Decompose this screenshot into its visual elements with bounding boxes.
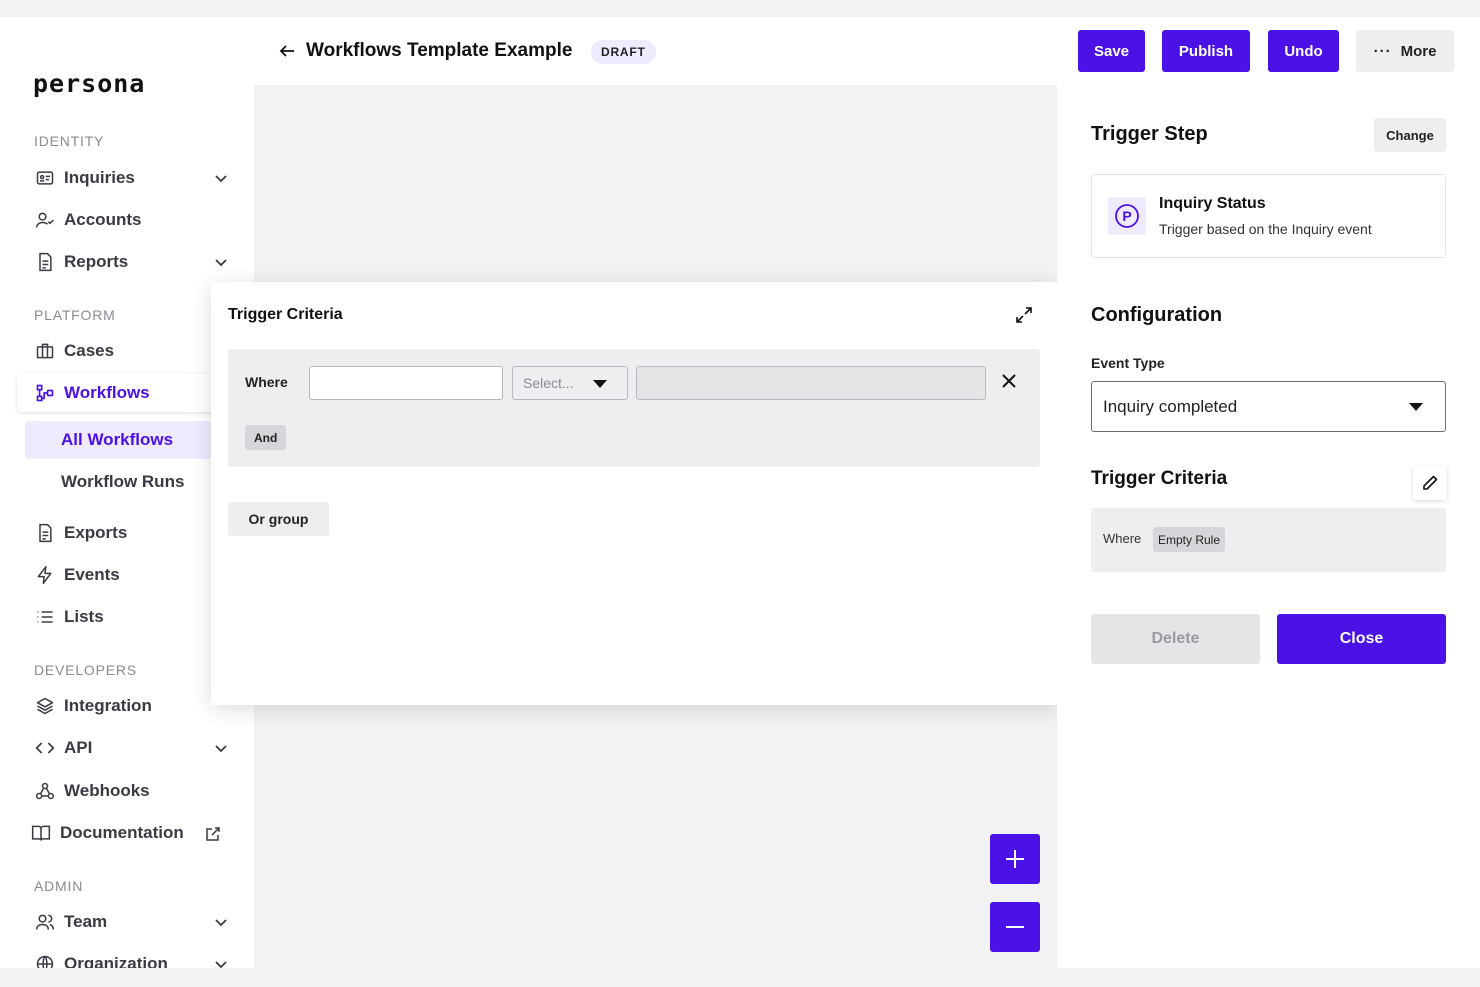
or-group-button[interactable]: Or group	[228, 502, 329, 536]
where-label: Where	[245, 374, 288, 390]
section-label-developers: DEVELOPERS	[34, 662, 137, 678]
criteria-summary: Where Empty Rule	[1091, 508, 1446, 572]
sidebar-item-accounts[interactable]: Accounts	[17, 201, 249, 239]
persona-logo[interactable]: persona	[33, 69, 145, 98]
and-button[interactable]: And	[245, 425, 287, 450]
pencil-icon	[1423, 475, 1438, 490]
event-type-label: Event Type	[1091, 355, 1165, 371]
list-icon	[34, 606, 56, 628]
sidebar-item-organization[interactable]: Organization	[17, 945, 249, 968]
delete-button[interactable]: Delete	[1091, 614, 1260, 664]
trigger-criteria-modal: Trigger Criteria Where Select... And Or …	[211, 282, 1057, 705]
zoom-in-button[interactable]	[990, 834, 1040, 884]
back-arrow-icon[interactable]	[278, 42, 296, 60]
section-label-admin: ADMIN	[34, 878, 84, 894]
rule-attribute-input[interactable]	[309, 366, 503, 400]
more-dots-icon: ···	[1373, 42, 1392, 60]
chevron-down-icon[interactable]	[213, 740, 229, 756]
sidebar-item-label: Events	[64, 565, 120, 584]
step-details-panel: Trigger Step Change P Inquiry Status Tri…	[1057, 85, 1480, 968]
sidebar-item-label: Workflows	[64, 383, 150, 402]
edit-criteria-button[interactable]	[1413, 466, 1447, 500]
layers-icon	[34, 695, 56, 717]
status-badge: DRAFT	[591, 40, 656, 64]
briefcase-icon	[34, 340, 56, 362]
user-check-icon	[34, 209, 56, 231]
workflow-icon	[34, 382, 56, 404]
trigger-name: Inquiry Status	[1159, 195, 1266, 212]
sidebar-item-webhooks[interactable]: Webhooks	[17, 772, 249, 810]
sidebar-item-label: Accounts	[64, 210, 142, 229]
chevron-down-icon[interactable]	[213, 956, 229, 968]
configuration-title: Configuration	[1091, 304, 1223, 326]
top-header: Workflows Template Example DRAFT Save Pu…	[254, 17, 1480, 85]
trigger-icon-letter: P	[1122, 208, 1131, 224]
sidebar-item-label: Team	[64, 912, 108, 931]
sidebar-subitem-all-workflows[interactable]: All Workflows	[25, 421, 212, 459]
section-label-identity: IDENTITY	[34, 133, 105, 149]
undo-button[interactable]: Undo	[1268, 30, 1339, 72]
users-icon	[34, 911, 56, 933]
trigger-criteria-title: Trigger Criteria	[1091, 468, 1228, 489]
sidebar-item-label: Reports	[64, 252, 129, 271]
persona-p-icon: P	[1108, 197, 1146, 235]
external-link-icon	[206, 827, 220, 841]
book-icon	[30, 822, 52, 844]
plus-icon	[1006, 850, 1024, 868]
sidebar-item-team[interactable]: Team	[17, 903, 249, 941]
trigger-description: Trigger based on the Inquiry event	[1159, 221, 1372, 237]
event-type-value: Inquiry completed	[1103, 396, 1238, 416]
caret-down-icon	[593, 380, 607, 388]
zoom-out-button[interactable]	[990, 902, 1040, 952]
section-label-platform: PLATFORM	[34, 307, 116, 323]
event-type-select[interactable]: Inquiry completed	[1091, 381, 1446, 432]
sidebar-item-label: Webhooks	[64, 781, 150, 800]
sidebar-item-label: API	[64, 738, 93, 757]
sidebar-item-label: Cases	[64, 341, 115, 360]
trigger-card[interactable]: P Inquiry Status Trigger based on the In…	[1091, 174, 1446, 258]
chevron-down-icon[interactable]	[213, 254, 229, 270]
expand-icon[interactable]	[1015, 306, 1033, 324]
code-icon	[34, 737, 56, 759]
chevron-down-icon[interactable]	[213, 170, 229, 186]
select-placeholder: Select...	[523, 375, 574, 391]
sidebar-subitem-workflow-runs[interactable]: Workflow Runs	[25, 463, 212, 501]
more-label: More	[1400, 42, 1437, 60]
minus-icon	[1006, 926, 1024, 928]
globe-icon	[34, 953, 56, 968]
change-button[interactable]: Change	[1374, 118, 1446, 152]
sidebar-item-label: Exports	[64, 523, 128, 542]
save-button[interactable]: Save	[1078, 30, 1145, 72]
close-icon[interactable]	[1001, 373, 1017, 389]
sidebar-item-inquiries[interactable]: Inquiries	[17, 159, 249, 197]
sidebar-item-label: Lists	[64, 607, 104, 626]
lightning-icon	[34, 564, 56, 586]
document-icon	[34, 522, 56, 544]
trigger-step-title: Trigger Step	[1091, 123, 1208, 145]
sidebar-item-label: Integration	[64, 696, 152, 715]
id-card-icon	[34, 167, 56, 189]
rule-value-input[interactable]	[636, 366, 986, 400]
sidebar-item-api[interactable]: API	[17, 729, 249, 767]
close-button[interactable]: Close	[1277, 614, 1446, 664]
rule-group: Where Select... And	[228, 349, 1040, 467]
caret-down-icon	[1409, 403, 1423, 411]
sidebar-item-documentation[interactable]: Documentation	[17, 814, 249, 852]
sidebar-item-label: Documentation	[60, 823, 184, 842]
webhook-icon	[34, 780, 56, 802]
empty-rule-chip: Empty Rule	[1153, 527, 1226, 552]
sidebar-item-reports[interactable]: Reports	[17, 243, 249, 281]
sidebar-item-label: Inquiries	[64, 168, 135, 187]
more-button[interactable]: ··· More	[1356, 30, 1454, 72]
criteria-where-label: Where	[1103, 531, 1142, 546]
publish-button[interactable]: Publish	[1162, 30, 1250, 72]
page-title: Workflows Template Example	[306, 40, 573, 61]
chevron-down-icon[interactable]	[213, 914, 229, 930]
modal-title: Trigger Criteria	[228, 306, 343, 323]
rule-operator-select[interactable]: Select...	[512, 366, 628, 400]
document-icon	[34, 251, 56, 273]
sidebar-item-label: Organization	[64, 954, 168, 968]
